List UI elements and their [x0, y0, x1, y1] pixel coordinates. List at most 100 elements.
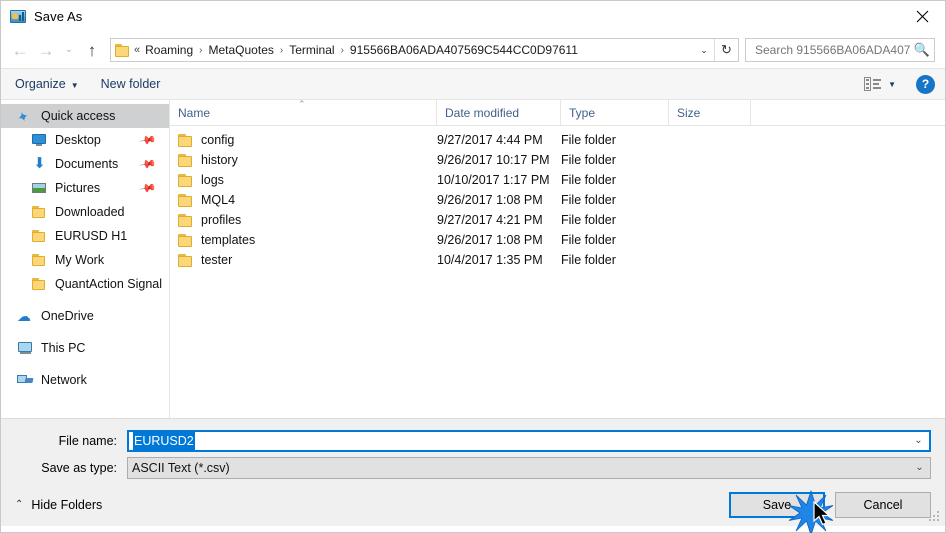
- table-row[interactable]: config 9/27/2017 4:44 PM File folder: [170, 130, 945, 150]
- sidebar-item-desktop[interactable]: Desktop 📌: [1, 128, 169, 152]
- breadcrumb-separator-icon: ›: [199, 44, 203, 56]
- breadcrumb-item-guid[interactable]: 915566BA06ADA407569C544CC0D97611: [347, 43, 581, 57]
- sidebar-item-downloaded[interactable]: Downloaded: [1, 200, 169, 224]
- breadcrumb-item-terminal[interactable]: Terminal: [286, 43, 337, 57]
- sidebar-item-quantaction-signal[interactable]: QuantAction Signal: [1, 272, 169, 296]
- picture-icon: [31, 180, 48, 196]
- folder-icon: [178, 133, 194, 147]
- file-name: history: [201, 153, 238, 167]
- cancel-button[interactable]: Cancel: [835, 491, 931, 518]
- chevron-down-icon: ▼: [888, 79, 896, 89]
- sidebar-item-label: OneDrive: [41, 309, 94, 323]
- chevron-down-icon[interactable]: ⌄: [909, 462, 930, 473]
- table-row[interactable]: tester 10/4/2017 1:35 PM File folder: [170, 250, 945, 270]
- close-icon[interactable]: [899, 1, 945, 31]
- search-icon: 🔍: [913, 42, 930, 57]
- sidebar-item-eurusd-h1[interactable]: EURUSD H1: [1, 224, 169, 248]
- refresh-icon[interactable]: ↻: [714, 39, 738, 61]
- sidebar-item-onedrive[interactable]: ☁ OneDrive: [1, 304, 169, 328]
- download-icon: ⬇: [33, 155, 46, 172]
- sidebar-item-label: My Work: [55, 253, 105, 267]
- chevron-down-icon: ▼: [70, 80, 79, 90]
- column-header-date-modified[interactable]: Date modified: [437, 99, 561, 126]
- table-row[interactable]: history 9/26/2017 10:17 PM File folder: [170, 150, 945, 170]
- address-dropdown-icon[interactable]: ⌄: [694, 39, 714, 61]
- chevron-up-icon: ⌃: [15, 499, 24, 510]
- breadcrumb-overflow-icon[interactable]: «: [134, 44, 142, 56]
- dialog-body: ✦ Quick access Desktop 📌 ⬇ Documents 📌 P…: [1, 99, 945, 418]
- address-bar[interactable]: « Roaming › MetaQuotes › Terminal › 9155…: [110, 38, 739, 62]
- table-row[interactable]: profiles 9/27/2017 4:21 PM File folder: [170, 210, 945, 230]
- column-headers: Name ⌃ Date modified Type Size: [170, 99, 945, 126]
- file-name: logs: [201, 173, 224, 187]
- chevron-down-icon[interactable]: ⌄: [908, 435, 929, 446]
- save-as-dialog: Save As ← → ⌄ ↑ « Roaming › MetaQuotes ›…: [0, 0, 946, 533]
- folder-icon: [31, 204, 48, 220]
- save-form: File name: EURUSD2 ⌄ Save as type: ASCII…: [1, 418, 945, 483]
- navigation-sidebar: ✦ Quick access Desktop 📌 ⬇ Documents 📌 P…: [1, 100, 170, 418]
- file-name-input[interactable]: EURUSD2 ⌄: [127, 429, 931, 452]
- file-date-modified: 9/26/2017 1:08 PM: [437, 193, 543, 207]
- search-input[interactable]: [753, 42, 912, 58]
- save-as-type-select[interactable]: ASCII Text (*.csv) ⌄: [127, 456, 931, 479]
- save-button[interactable]: Save: [729, 491, 825, 518]
- save-as-type-label: Save as type:: [41, 460, 117, 475]
- view-mode-button[interactable]: ▼: [864, 77, 896, 91]
- file-type: File folder: [561, 233, 616, 247]
- recent-locations-button[interactable]: ⌄: [59, 37, 79, 63]
- up-button[interactable]: ↑: [79, 37, 105, 63]
- back-button[interactable]: ←: [7, 37, 33, 63]
- cloud-icon: ☁: [17, 308, 31, 324]
- folder-icon: [115, 43, 130, 57]
- folder-icon: [178, 153, 194, 167]
- table-row[interactable]: MQL4 9/26/2017 1:08 PM File folder: [170, 190, 945, 210]
- column-header-type[interactable]: Type: [561, 99, 669, 126]
- hide-folders-button[interactable]: ⌃ Hide Folders: [15, 498, 102, 512]
- file-name: templates: [201, 233, 256, 247]
- column-header-size[interactable]: Size: [669, 99, 751, 126]
- sidebar-item-label: Network: [41, 373, 87, 387]
- file-type: File folder: [561, 173, 616, 187]
- help-icon[interactable]: ?: [916, 74, 935, 94]
- table-row[interactable]: logs 10/10/2017 1:17 PM File folder: [170, 170, 945, 190]
- forward-arrow-icon: →: [37, 40, 55, 60]
- breadcrumb-item-roaming[interactable]: Roaming: [142, 43, 196, 57]
- sidebar-item-label: Quick access: [41, 109, 116, 123]
- sidebar-item-this-pc[interactable]: This PC: [1, 336, 169, 360]
- sidebar-item-label: Pictures: [55, 181, 101, 195]
- chevron-down-icon: ⌄: [64, 44, 74, 55]
- file-type: File folder: [561, 213, 616, 227]
- pin-icon: 📌: [138, 155, 157, 174]
- folder-icon: [178, 193, 194, 207]
- title-bar: Save As: [1, 1, 945, 32]
- sidebar-item-network[interactable]: Network: [1, 368, 169, 392]
- star-icon: ✦: [14, 107, 32, 127]
- forward-button[interactable]: →: [33, 37, 59, 63]
- file-date-modified: 10/4/2017 1:35 PM: [437, 253, 543, 267]
- file-date-modified: 9/27/2017 4:44 PM: [437, 133, 543, 147]
- file-type: File folder: [561, 133, 616, 147]
- back-arrow-icon: ←: [11, 40, 29, 60]
- sidebar-item-label: EURUSD H1: [55, 229, 128, 243]
- sidebar-item-documents[interactable]: ⬇ Documents 📌: [1, 152, 169, 176]
- monitor-icon: [31, 132, 48, 148]
- new-folder-button[interactable]: New folder: [101, 77, 161, 91]
- column-header-label: Name: [178, 105, 211, 120]
- file-type: File folder: [561, 193, 616, 207]
- column-header-filler: [751, 100, 945, 126]
- sidebar-item-my-work[interactable]: My Work: [1, 248, 169, 272]
- save-as-app-icon: [10, 9, 26, 25]
- sidebar-item-label: This PC: [41, 341, 86, 355]
- resize-grip[interactable]: [929, 511, 941, 523]
- sidebar-item-pictures[interactable]: Pictures 📌: [1, 176, 169, 200]
- sidebar-item-quick-access[interactable]: ✦ Quick access: [1, 104, 169, 128]
- search-box[interactable]: 🔍: [745, 38, 935, 62]
- file-list-pane: Name ⌃ Date modified Type Size config 9/…: [170, 99, 945, 418]
- new-folder-label: New folder: [100, 77, 161, 91]
- column-header-name[interactable]: Name ⌃: [170, 99, 437, 126]
- table-row[interactable]: templates 9/26/2017 1:08 PM File folder: [170, 230, 945, 250]
- sort-ascending-icon: ⌃: [298, 99, 306, 109]
- file-name: profiles: [201, 213, 242, 227]
- organize-button[interactable]: Organize ▼: [15, 77, 79, 91]
- breadcrumb-item-metaquotes[interactable]: MetaQuotes: [206, 43, 277, 57]
